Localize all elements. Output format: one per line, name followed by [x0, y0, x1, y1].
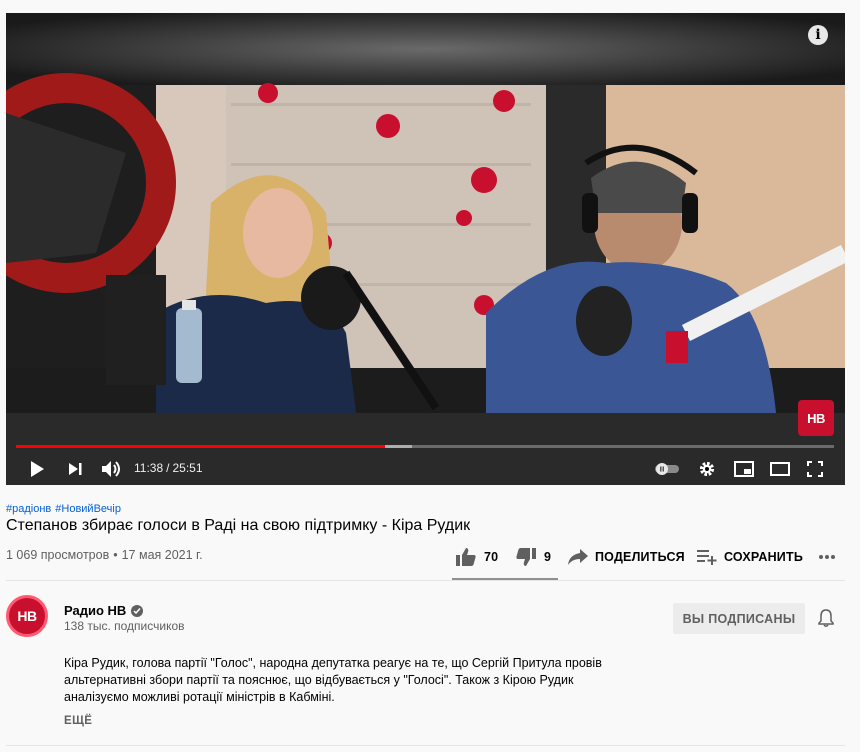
publish-date: 17 мая 2021 г.: [121, 548, 203, 562]
channel-name-text: Радио НВ: [64, 603, 127, 618]
divider: [6, 580, 845, 581]
fullscreen-icon[interactable]: [804, 457, 826, 481]
time-current: 11:38: [134, 461, 164, 475]
autoplay-toggle-icon[interactable]: [654, 457, 680, 481]
settings-gear-icon[interactable]: [696, 457, 718, 481]
thumbs-up-icon: [456, 548, 476, 566]
subscribed-button[interactable]: ВЫ ПОДПИСАНЫ: [673, 603, 805, 634]
avatar-text: НВ: [17, 608, 37, 624]
hashtag-link[interactable]: #радіонв: [6, 503, 51, 515]
progress-played: [16, 445, 385, 448]
watermark-text: НВ: [807, 410, 825, 426]
thumbs-down-icon: [516, 548, 536, 566]
subscriber-count: 138 тыс. подписчиков: [64, 619, 185, 633]
time-separator: /: [166, 461, 170, 475]
channel-avatar[interactable]: НВ: [6, 595, 48, 637]
description-line: Кіра Рудик, голова партії "Голос", народ…: [64, 656, 602, 670]
like-count: 70: [484, 550, 499, 564]
hashtag-link[interactable]: #НовийВечір: [55, 503, 121, 515]
playlist-add-icon: [697, 550, 717, 565]
save-button[interactable]: СОХРАНИТЬ: [697, 545, 803, 569]
dislike-button[interactable]: 9: [516, 545, 551, 569]
view-info: 1 069 просмотров • 17 мая 2021 г.: [6, 548, 203, 562]
more-actions-icon[interactable]: [818, 545, 836, 569]
miniplayer-icon[interactable]: [732, 457, 756, 481]
divider: [6, 745, 845, 746]
channel-watermark[interactable]: НВ: [798, 400, 834, 436]
video-title: Степанов збирає голоси в Раді на свою пі…: [6, 517, 471, 534]
show-more-button[interactable]: ЕЩЁ: [64, 715, 92, 727]
volume-icon[interactable]: [100, 457, 124, 481]
description-line: аналізуємо можливі ротації міністрів в К…: [64, 690, 335, 704]
share-label: ПОДЕЛИТЬСЯ: [595, 550, 685, 564]
share-icon: [568, 549, 588, 565]
theater-mode-icon[interactable]: [768, 457, 792, 481]
time-total: 25:51: [172, 461, 203, 475]
play-icon[interactable]: [26, 457, 48, 481]
share-button[interactable]: ПОДЕЛИТЬСЯ: [568, 545, 685, 569]
info-icon[interactable]: i: [808, 25, 828, 45]
dislike-count: 9: [544, 550, 552, 564]
save-label: СОХРАНИТЬ: [724, 550, 803, 564]
separator-dot: •: [113, 548, 118, 562]
notification-bell-icon[interactable]: [818, 609, 836, 629]
time-display: 11:38/25:51: [134, 461, 203, 475]
progress-bar[interactable]: [16, 445, 834, 449]
like-button[interactable]: 70: [456, 545, 498, 569]
next-icon[interactable]: [64, 457, 86, 481]
video-frame[interactable]: [6, 13, 845, 485]
player-controls: 11:38/25:51: [6, 453, 845, 485]
view-count: 1 069 просмотров: [6, 548, 110, 562]
channel-name[interactable]: Радио НВ: [64, 603, 144, 618]
description-line: альтернативні збори партії та пояснює, щ…: [64, 673, 574, 687]
video-description: Кіра Рудик, голова партії "Голос", народ…: [64, 655, 624, 706]
verified-icon: [131, 604, 144, 617]
video-player[interactable]: i НВ 11:38/25:51: [6, 13, 845, 485]
hashtags: #радіонв #НовийВечір: [6, 503, 125, 515]
